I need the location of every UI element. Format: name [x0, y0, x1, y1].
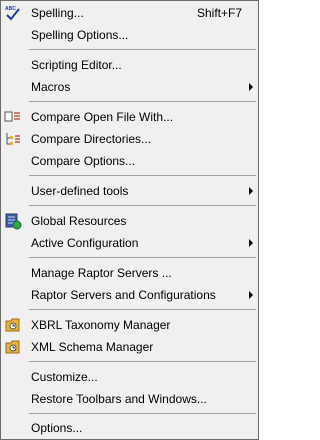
xbrl-taxonomy-manager-icon: [5, 318, 20, 332]
menu-item-raptor-servers-configurations[interactable]: Raptor Servers and Configurations: [1, 285, 258, 305]
separator: [29, 309, 256, 310]
menu-item-user-defined-tools[interactable]: User-defined tools: [1, 181, 258, 201]
menu-item-label: Spelling Options...: [31, 28, 129, 42]
separator: [29, 205, 256, 206]
menu-item-compare-directories[interactable]: Compare Directories...: [1, 129, 258, 149]
menu-item-global-resources[interactable]: Global Resources: [1, 211, 258, 231]
menu-item-compare-open-file[interactable]: Compare Open File With...: [1, 107, 258, 127]
menu-item-customize[interactable]: Customize...: [1, 367, 258, 387]
menu-item-label: Customize...: [31, 370, 98, 384]
global-resources-icon: [5, 213, 22, 230]
separator: [29, 413, 256, 414]
menu-item-manage-raptor-servers[interactable]: Manage Raptor Servers ...: [1, 263, 258, 283]
menu-item-label: Compare Directories...: [31, 132, 152, 146]
menu-item-active-configuration[interactable]: Active Configuration: [1, 233, 258, 253]
menu-item-label: Raptor Servers and Configurations: [31, 288, 216, 302]
menu-item-xml-schema-manager[interactable]: XML Schema Manager: [1, 337, 258, 357]
menu-item-macros[interactable]: Macros: [1, 77, 258, 97]
menu-item-label: Options...: [31, 421, 83, 435]
separator: [29, 175, 256, 176]
menu-item-shortcut: Shift+F7: [196, 6, 242, 20]
menu-item-label: User-defined tools: [31, 184, 129, 198]
submenu-arrow-icon: [249, 291, 253, 299]
separator: [29, 101, 256, 102]
menu-item-label: Compare Options...: [31, 154, 136, 168]
menu-item-label: Macros: [31, 80, 71, 94]
menu-item-label: Restore Toolbars and Windows...: [31, 392, 207, 406]
menu-item-label: Manage Raptor Servers ...: [31, 266, 172, 280]
menu-item-spelling-options[interactable]: Spelling Options...: [1, 25, 258, 45]
submenu-arrow-icon: [249, 187, 253, 195]
menu-item-label: Compare Open File With...: [31, 110, 174, 124]
menu-item-spelling[interactable]: ABC Spelling... Shift+F7: [1, 3, 258, 23]
menu-item-compare-options[interactable]: Compare Options...: [1, 151, 258, 171]
spell-check-icon: ABC: [5, 6, 20, 21]
menu-item-label: XML Schema Manager: [31, 340, 154, 354]
compare-file-icon: [4, 111, 20, 122]
tools-menu: ABC Spelling... Shift+F7 Spelling Option…: [0, 0, 259, 440]
menu-item-label: XBRL Taxonomy Manager: [31, 318, 171, 332]
submenu-arrow-icon: [249, 239, 253, 247]
separator: [29, 257, 256, 258]
menu-item-options[interactable]: Options...: [1, 418, 258, 438]
menu-item-label: Global Resources: [31, 214, 127, 228]
menu-item-label: Scripting Editor...: [31, 58, 122, 72]
submenu-arrow-icon: [249, 83, 253, 91]
menu-item-restore-toolbars[interactable]: Restore Toolbars and Windows...: [1, 389, 258, 409]
xml-schema-manager-icon: [5, 340, 20, 354]
menu-item-label: Active Configuration: [31, 236, 139, 250]
separator: [29, 361, 256, 362]
menu-item-xbrl-taxonomy-manager[interactable]: XBRL Taxonomy Manager: [1, 315, 258, 335]
separator: [29, 49, 256, 50]
compare-directories-icon: [6, 133, 20, 145]
menu-item-label: Spelling...: [31, 6, 84, 20]
svg-text:ABC: ABC: [5, 6, 16, 12]
menu-item-scripting-editor[interactable]: Scripting Editor...: [1, 55, 258, 75]
